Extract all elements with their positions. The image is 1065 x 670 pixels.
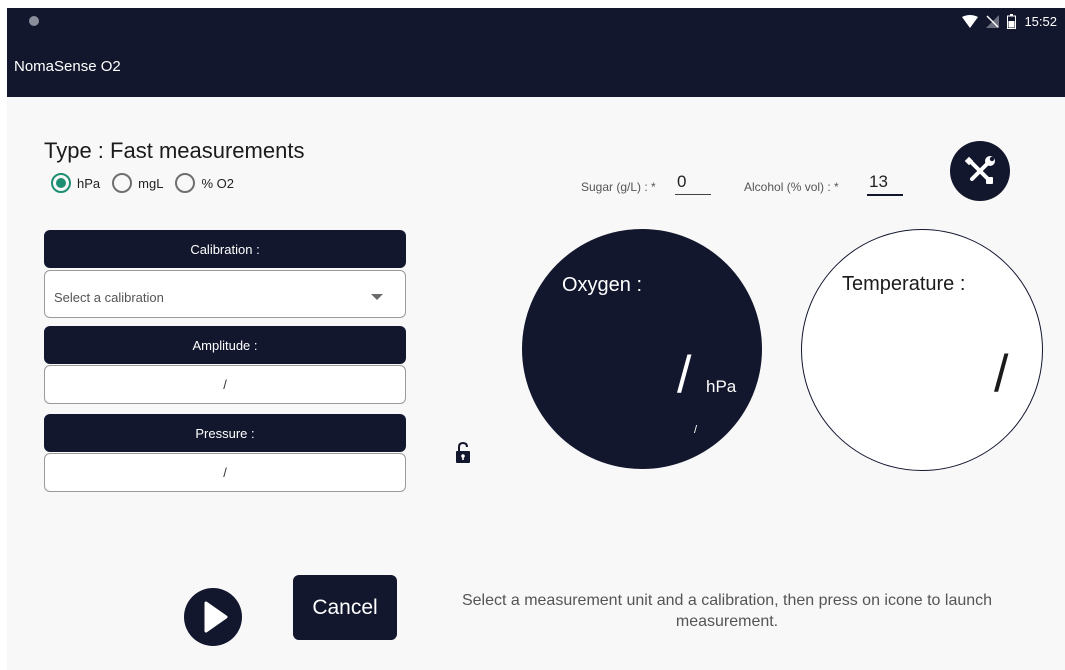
- unit-radio-group: hPa mgL % O2: [51, 173, 246, 193]
- radio-unchecked-icon: [175, 173, 196, 193]
- start-measurement-button[interactable]: [184, 588, 242, 646]
- sugar-label: Sugar (g/L) : *: [581, 180, 656, 194]
- type-value: Fast measurements: [110, 138, 305, 163]
- radio-percent-o2-label: % O2: [201, 175, 234, 191]
- pressure-value: /: [44, 453, 406, 492]
- oxygen-value: /: [677, 346, 692, 404]
- radio-checked-icon: [51, 173, 71, 193]
- notification-dot-icon: [29, 16, 39, 26]
- calibration-header: Calibration :: [44, 230, 406, 268]
- status-time: 15:52: [1024, 14, 1057, 29]
- radio-hpa-label: hPa: [77, 175, 101, 191]
- oxygen-label: Oxygen :: [562, 274, 643, 296]
- no-signal-icon: [986, 15, 1000, 28]
- oxygen-unit: hPa: [706, 377, 737, 396]
- wifi-icon: [962, 15, 979, 28]
- battery-icon: [1007, 14, 1017, 29]
- calibration-select[interactable]: Select a calibration: [44, 270, 406, 318]
- app-title: NomaSense O2: [14, 58, 121, 75]
- oxygen-gauge: Oxygen : / hPa /: [522, 229, 762, 469]
- amplitude-header: Amplitude :: [44, 326, 406, 364]
- radio-unchecked-icon: [112, 173, 133, 193]
- alcohol-input[interactable]: 13: [867, 172, 903, 196]
- amplitude-value: /: [44, 365, 406, 404]
- temperature-gauge: Temperature : /: [801, 229, 1043, 471]
- oxygen-sub-value: /: [694, 424, 698, 436]
- status-bar: 15:52: [962, 14, 1057, 29]
- play-icon: [204, 601, 228, 633]
- dropdown-arrow-icon: [371, 294, 383, 300]
- measurement-type: Type : Fast measurements: [44, 138, 304, 164]
- settings-tools-button[interactable]: [950, 141, 1010, 201]
- tools-icon: [964, 156, 995, 184]
- radio-percent-o2[interactable]: % O2: [175, 173, 234, 193]
- alcohol-label: Alcohol (% vol) : *: [744, 180, 839, 194]
- app-window: 15:52 NomaSense O2 Type : Fast measureme…: [7, 8, 1065, 670]
- type-label: Type :: [44, 138, 104, 163]
- cancel-button[interactable]: Cancel: [293, 575, 397, 640]
- radio-hpa[interactable]: hPa: [51, 173, 100, 193]
- radio-mgl[interactable]: mgL: [112, 173, 163, 193]
- radio-mgl-label: mgL: [138, 175, 164, 191]
- sugar-input[interactable]: 0: [675, 172, 711, 195]
- temperature-value: /: [994, 345, 1009, 403]
- instruction-text: Select a measurement unit and a calibrat…: [461, 592, 993, 630]
- calibration-placeholder: Select a calibration: [54, 290, 164, 305]
- unlock-icon[interactable]: [455, 442, 471, 464]
- pressure-header: Pressure :: [44, 414, 406, 452]
- app-bar: 15:52 NomaSense O2: [7, 8, 1065, 97]
- temperature-label: Temperature :: [842, 273, 966, 295]
